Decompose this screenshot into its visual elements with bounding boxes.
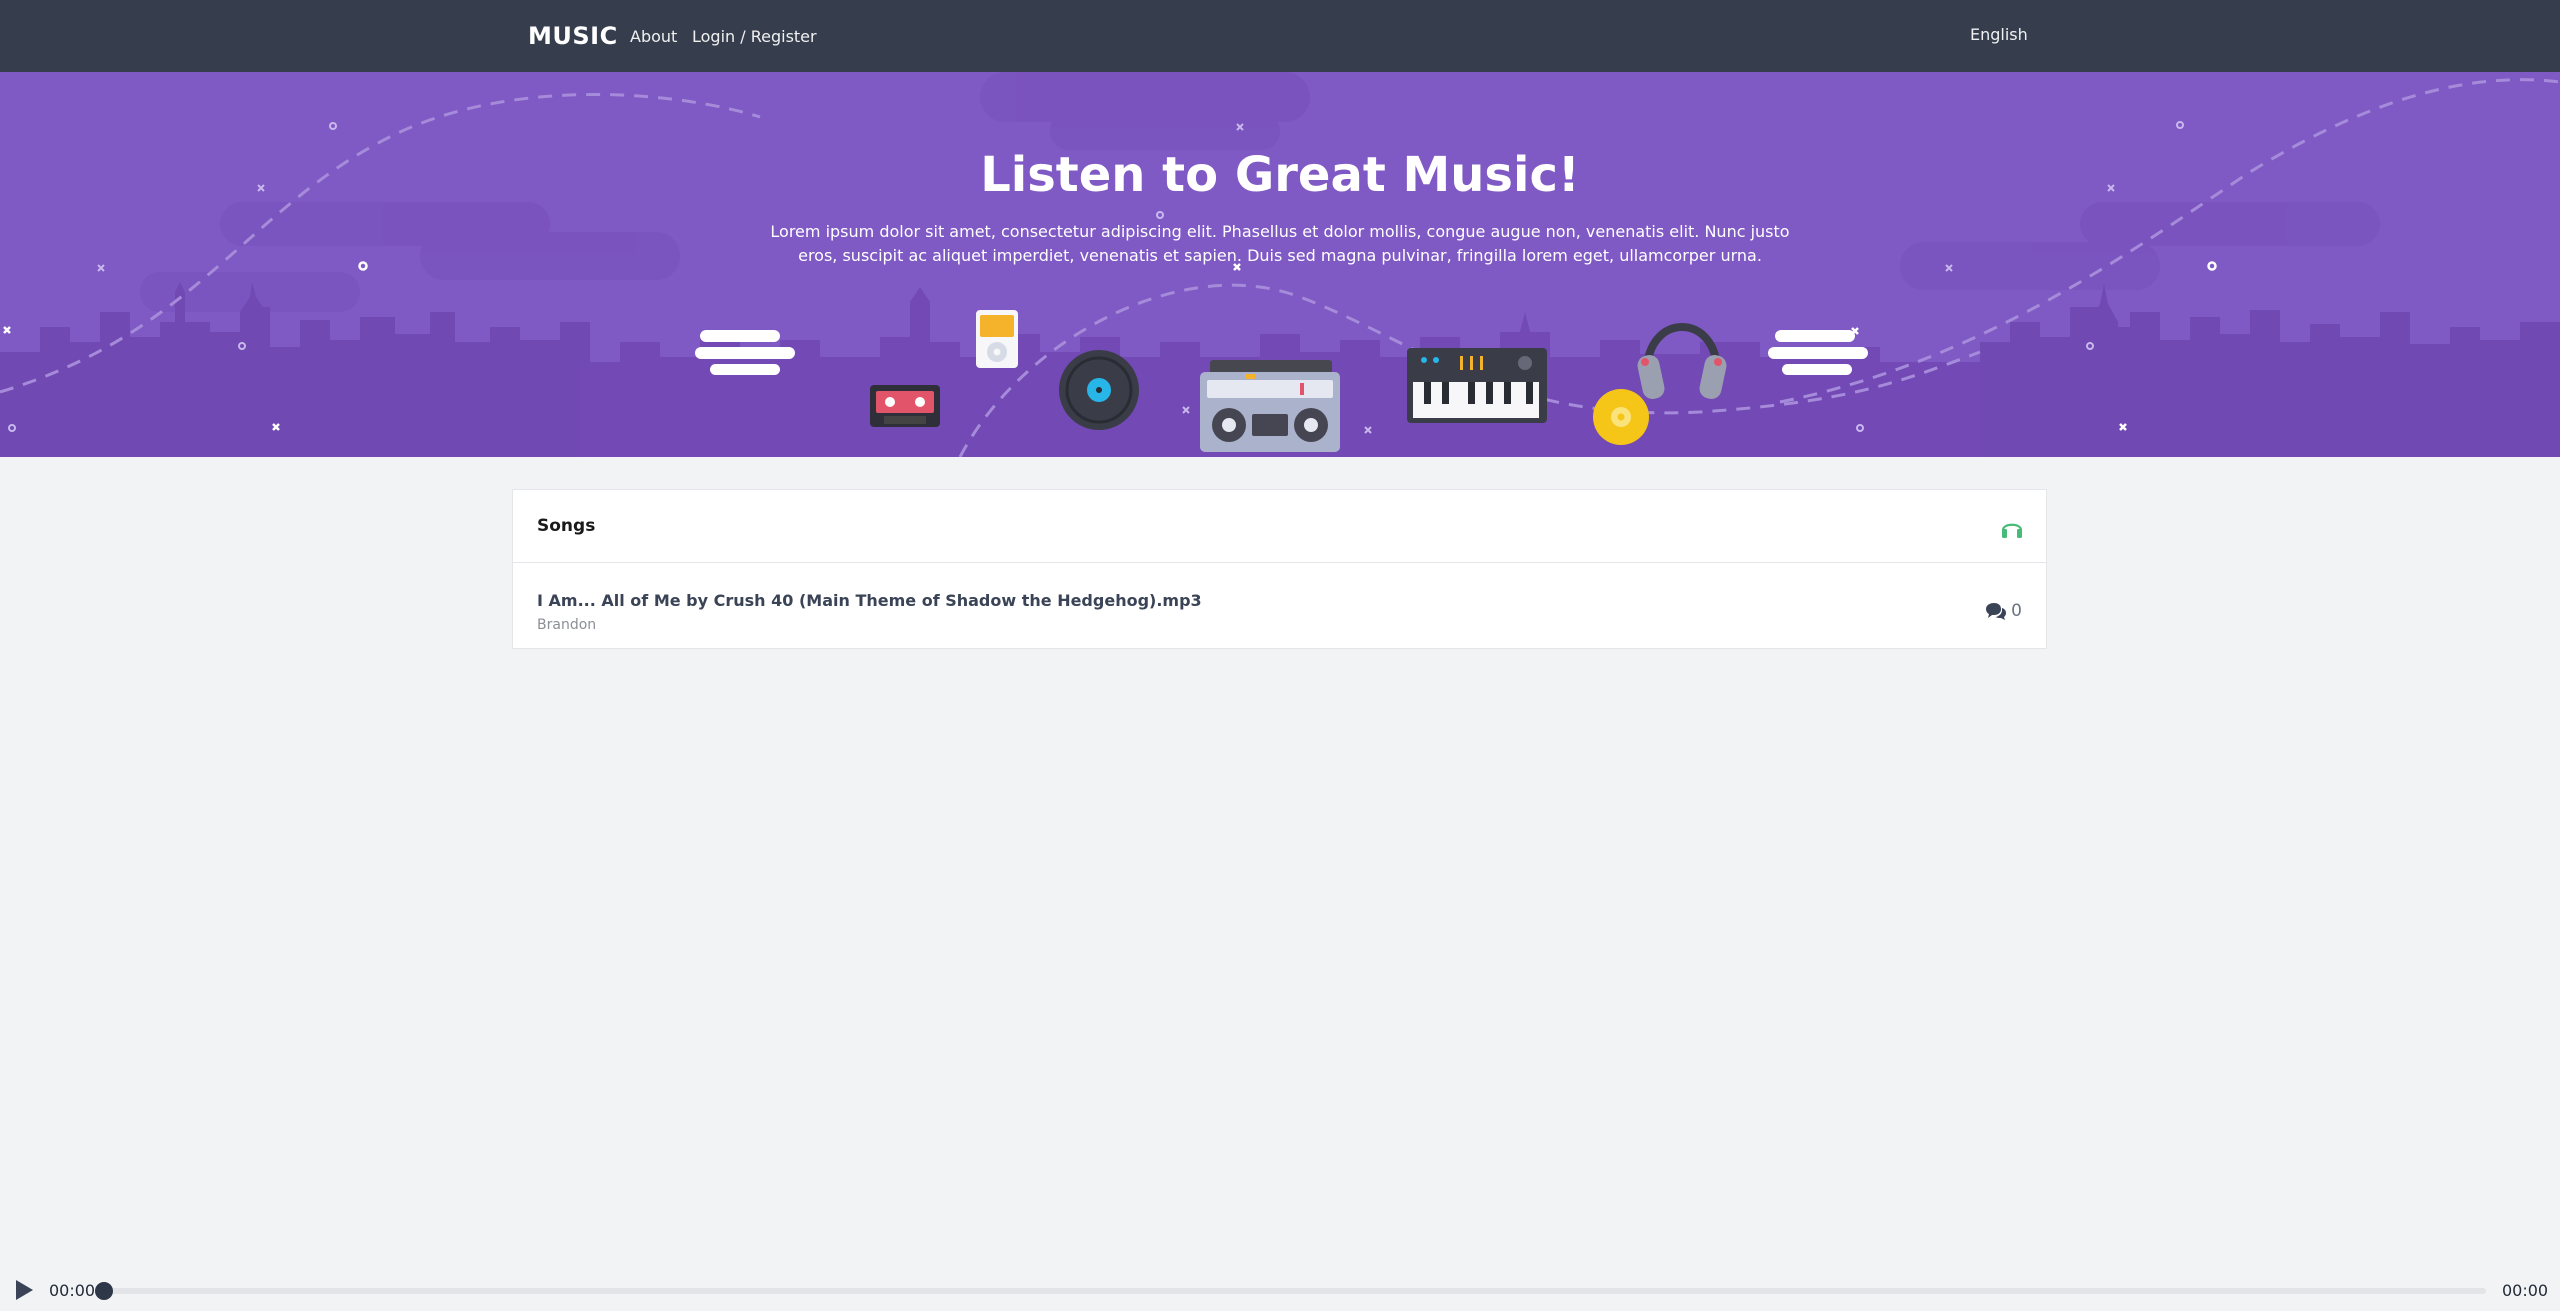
total-time: 00:00: [2502, 1281, 2549, 1300]
cassette-icon: [870, 385, 940, 427]
language-selector[interactable]: English: [1970, 25, 2028, 44]
songs-card-header: Songs: [513, 490, 2046, 563]
progress-handle[interactable]: [95, 1282, 113, 1300]
hero-description: Lorem ipsum dolor sit amet, consectetur …: [770, 222, 1790, 265]
comments-indicator[interactable]: 0: [1985, 601, 2022, 621]
songs-card: Songs I Am... All of Me by Crush 40 (Mai…: [512, 489, 2047, 649]
comments-icon: [1986, 603, 2007, 620]
nav-link-about[interactable]: About: [630, 27, 677, 46]
songs-title: Songs: [537, 516, 596, 536]
song-list-item[interactable]: I Am... All of Me by Crush 40 (Main Them…: [513, 563, 2046, 649]
keyboard-icon: [1407, 348, 1547, 423]
navbar: MUSIC About Login / Register English: [0, 0, 2560, 72]
vinyl-record-icon: [1059, 350, 1139, 430]
nav-link-login-register[interactable]: Login / Register: [692, 27, 817, 46]
audio-player: 00:00 00:00: [0, 1267, 2560, 1311]
boombox-icon: [1200, 360, 1340, 452]
music-player-icon: [976, 310, 1018, 368]
brand-logo[interactable]: MUSIC: [528, 22, 618, 50]
song-artist: Brandon: [537, 617, 597, 633]
play-icon[interactable]: [14, 1279, 34, 1301]
progress-bar[interactable]: [104, 1288, 2486, 1294]
cd-icon: [1593, 389, 1649, 445]
comment-count: 0: [2011, 601, 2022, 621]
hero-banner: Listen to Great Music! Lorem ipsum dolor…: [0, 72, 2560, 457]
song-title[interactable]: I Am... All of Me by Crush 40 (Main Them…: [537, 591, 1202, 610]
headphones-icon: [2001, 523, 2023, 538]
current-time: 00:00: [49, 1281, 96, 1300]
hero-title: Listen to Great Music!: [980, 147, 1580, 203]
